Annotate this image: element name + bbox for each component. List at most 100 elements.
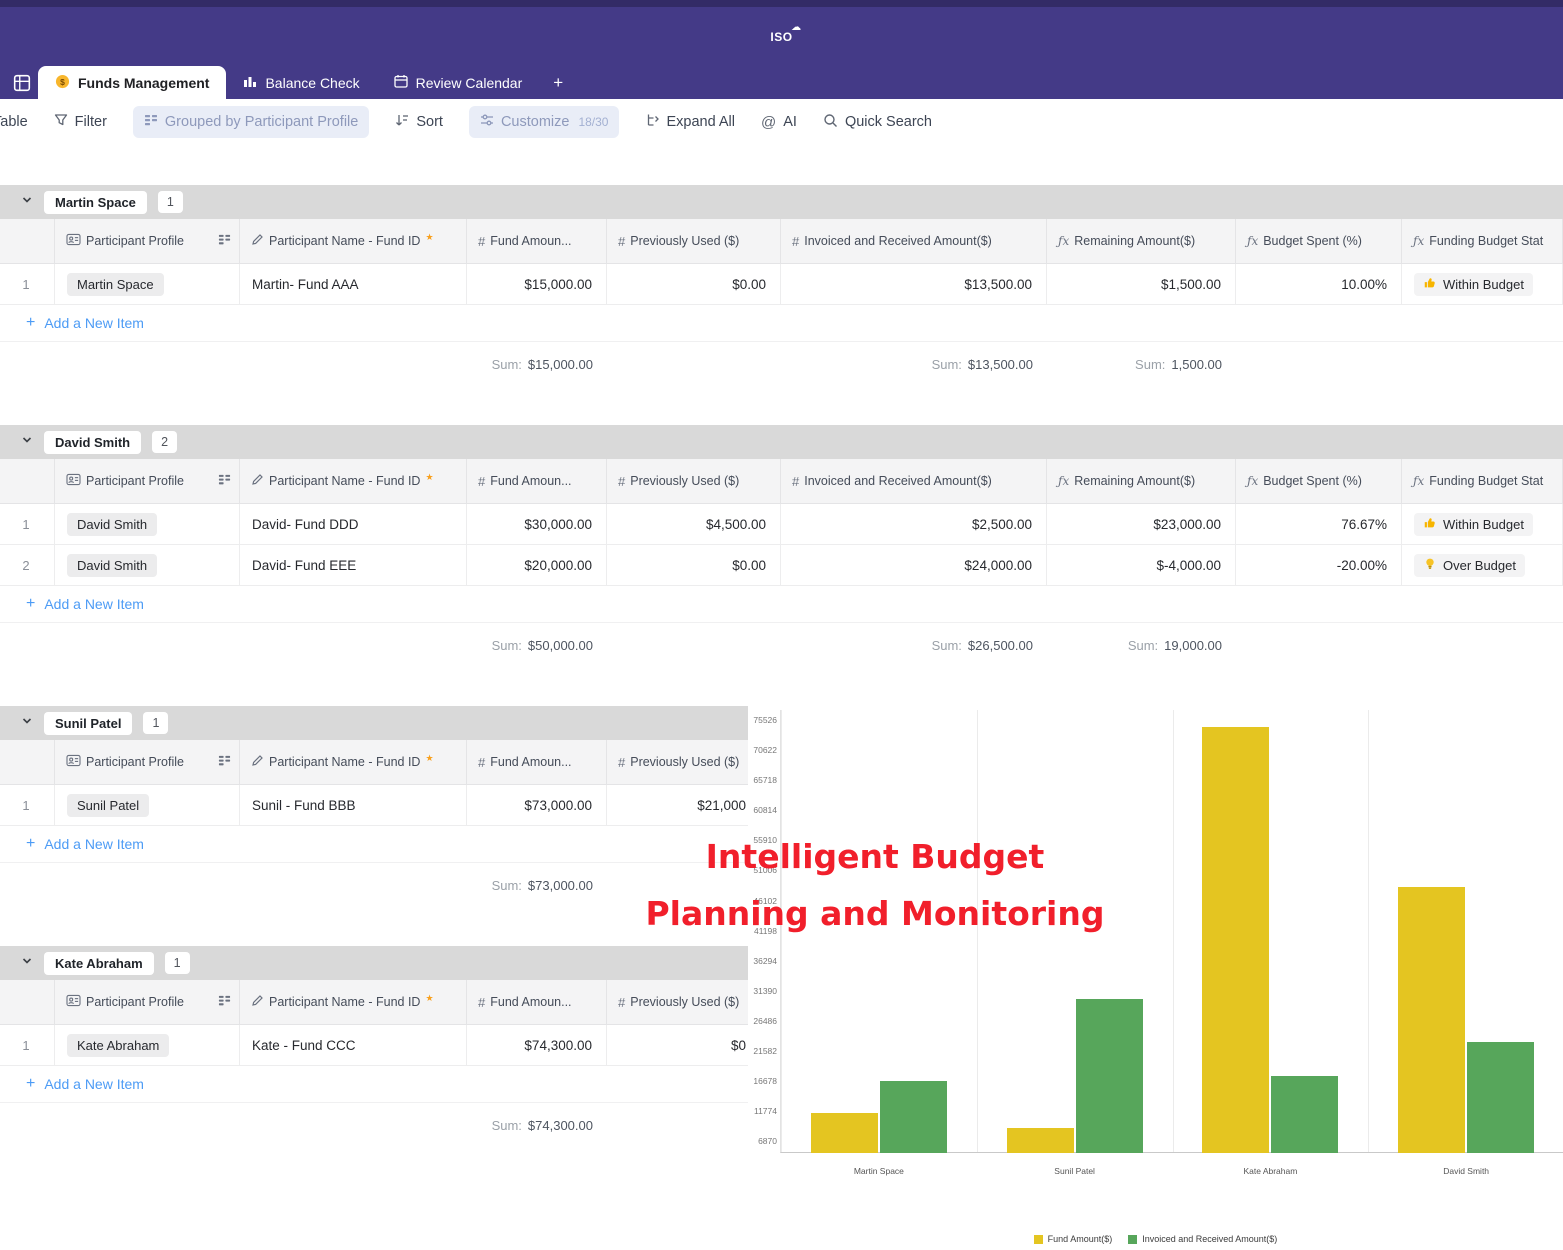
cell-participant-profile[interactable]: Kate Abraham bbox=[55, 1025, 240, 1066]
column-label: Budget Spent (%) bbox=[1263, 474, 1362, 488]
group-summary-row: Sum:$15,000.00 Sum:$13,500.00 Sum:1,500.… bbox=[0, 342, 1563, 386]
expand-all-button[interactable]: Expand All bbox=[645, 113, 735, 131]
column-header-invoiced-received[interactable]: #Invoiced and Received Amount($) bbox=[781, 219, 1047, 264]
cell-funding-budget-status[interactable]: Over Budget bbox=[1402, 545, 1563, 586]
cell-invoiced-received[interactable]: $2,500.00 bbox=[781, 504, 1047, 545]
column-header-remaining[interactable]: ƒxRemaining Amount($) bbox=[1047, 219, 1236, 264]
filter-icon bbox=[54, 113, 68, 131]
customize-button[interactable]: Customize 18/30 bbox=[469, 106, 620, 138]
cell-fund-amount[interactable]: $73,000.00 bbox=[467, 785, 607, 826]
add-tab-button[interactable]: + bbox=[539, 66, 577, 99]
tab-review-calendar[interactable]: Review Calendar bbox=[377, 66, 540, 99]
hash-icon: # bbox=[478, 995, 485, 1010]
cell-funding-budget-status[interactable]: Within Budget bbox=[1402, 504, 1563, 545]
column-header-participant-profile[interactable]: Participant Profile bbox=[55, 740, 240, 785]
column-header-participant-name[interactable]: Participant Name - Fund ID ★ bbox=[240, 459, 467, 504]
cell-remaining[interactable]: $-4,000.00 bbox=[1047, 545, 1236, 586]
cell-budget-spent[interactable]: 10.00% bbox=[1236, 264, 1402, 305]
cell-participant-name[interactable]: Sunil - Fund BBB bbox=[240, 785, 467, 826]
column-header-participant-name[interactable]: Participant Name - Fund ID ★ bbox=[240, 740, 467, 785]
customize-count: 18/30 bbox=[578, 115, 608, 129]
cell-previously-used[interactable]: $0.00 bbox=[607, 545, 781, 586]
cell-budget-spent[interactable]: 76.67% bbox=[1236, 504, 1402, 545]
person-card-icon bbox=[66, 233, 81, 249]
cell-participant-name[interactable]: Kate - Fund CCC bbox=[240, 1025, 467, 1066]
add-new-item-button[interactable]: +Add a New Item bbox=[0, 305, 1563, 342]
cell-fund-amount[interactable]: $74,300.00 bbox=[467, 1025, 607, 1066]
pencil-icon bbox=[251, 233, 264, 249]
cell-remaining[interactable]: $23,000.00 bbox=[1047, 504, 1236, 545]
cell-fund-amount[interactable]: $20,000.00 bbox=[467, 545, 607, 586]
bar-fund-amount bbox=[1007, 1128, 1074, 1153]
column-header-funding-budget-status[interactable]: ƒxFunding Budget Stat bbox=[1402, 459, 1563, 504]
group-header[interactable]: David Smith 2 bbox=[0, 425, 1563, 459]
cell-participant-name[interactable]: David- Fund EEE bbox=[240, 545, 467, 586]
column-header-participant-profile[interactable]: Participant Profile bbox=[55, 459, 240, 504]
grouped-by-button[interactable]: Grouped by Participant Profile bbox=[133, 106, 369, 138]
status-badge: Within Budget bbox=[1414, 273, 1533, 296]
cell-invoiced-received[interactable]: $13,500.00 bbox=[781, 264, 1047, 305]
y-axis-tick-label: 31390 bbox=[744, 986, 777, 996]
cell-participant-name[interactable]: Martin- Fund AAA bbox=[240, 264, 467, 305]
calendar-icon bbox=[394, 74, 408, 91]
group-count-badge: 1 bbox=[165, 952, 190, 974]
column-header-fund-amount[interactable]: #Fund Amoun... bbox=[467, 980, 607, 1025]
y-axis-tick-label: 41198 bbox=[744, 926, 777, 936]
search-icon bbox=[823, 113, 838, 132]
sum-remaining: Sum:19,000.00 bbox=[1047, 623, 1236, 667]
tab-balance-check[interactable]: Balance Check bbox=[226, 66, 376, 99]
table-grid-icon[interactable] bbox=[6, 66, 38, 99]
cell-fund-amount[interactable]: $30,000.00 bbox=[467, 504, 607, 545]
column-header-fund-amount[interactable]: #Fund Amoun... bbox=[467, 459, 607, 504]
cell-participant-name[interactable]: David- Fund DDD bbox=[240, 504, 467, 545]
column-header-previously-used[interactable]: #Previously Used ($) bbox=[607, 459, 781, 504]
quick-search-button[interactable]: Quick Search bbox=[823, 113, 932, 132]
cell-previously-used[interactable]: $0.00 bbox=[607, 264, 781, 305]
column-header-fund-amount[interactable]: #Fund Amoun... bbox=[467, 740, 607, 785]
column-header-budget-spent[interactable]: ƒxBudget Spent (%) bbox=[1236, 459, 1402, 504]
cell-remaining[interactable]: $1,500.00 bbox=[1047, 264, 1236, 305]
cell-funding-budget-status[interactable]: Within Budget bbox=[1402, 264, 1563, 305]
expand-all-label: Expand All bbox=[666, 114, 735, 130]
column-label: Remaining Amount($) bbox=[1074, 234, 1195, 248]
tab-funds-management[interactable]: $ Funds Management bbox=[38, 66, 226, 99]
column-label: Fund Amoun... bbox=[490, 234, 571, 248]
column-header-participant-profile[interactable]: Participant Profile bbox=[55, 219, 240, 264]
hash-icon: # bbox=[618, 755, 625, 770]
thumbs-up-icon bbox=[1423, 276, 1437, 293]
column-header-participant-name[interactable]: Participant Name - Fund ID ★ bbox=[240, 219, 467, 264]
cell-participant-profile[interactable]: David Smith bbox=[55, 545, 240, 586]
column-header-budget-spent[interactable]: ƒxBudget Spent (%) bbox=[1236, 219, 1402, 264]
group-icon bbox=[218, 473, 231, 489]
chart-panel: 6870117741667821582264863139036294411984… bbox=[748, 700, 1563, 1250]
cell-participant-profile[interactable]: Sunil Patel bbox=[55, 785, 240, 826]
column-header-participant-profile[interactable]: Participant Profile bbox=[55, 980, 240, 1025]
svg-text:$: $ bbox=[60, 76, 65, 86]
hash-icon: # bbox=[478, 234, 485, 249]
column-header-remaining[interactable]: ƒxRemaining Amount($) bbox=[1047, 459, 1236, 504]
sort-label: Sort bbox=[416, 114, 443, 130]
cell-participant-profile[interactable]: Martin Space bbox=[55, 264, 240, 305]
cell-participant-profile[interactable]: David Smith bbox=[55, 504, 240, 545]
column-header-funding-budget-status[interactable]: ƒxFunding Budget Stat bbox=[1402, 219, 1563, 264]
add-new-item-button[interactable]: +Add a New Item bbox=[0, 586, 1563, 623]
cell-budget-spent[interactable]: -20.00% bbox=[1236, 545, 1402, 586]
group-section-david-smith: David Smith 2 Participant Profile Partic… bbox=[0, 425, 1563, 667]
status-badge: Within Budget bbox=[1414, 513, 1533, 536]
table-view-button[interactable]: Table bbox=[0, 114, 28, 130]
column-header-invoiced-received[interactable]: #Invoiced and Received Amount($) bbox=[781, 459, 1047, 504]
row-number: 1 bbox=[0, 785, 55, 826]
cloud-icon: ☁ bbox=[791, 22, 802, 33]
column-label: Participant Name - Fund ID bbox=[269, 474, 420, 488]
cell-invoiced-received[interactable]: $24,000.00 bbox=[781, 545, 1047, 586]
column-header-previously-used[interactable]: #Previously Used ($) bbox=[607, 219, 781, 264]
column-header-participant-name[interactable]: Participant Name - Fund ID ★ bbox=[240, 980, 467, 1025]
plus-icon: + bbox=[26, 835, 35, 853]
group-header[interactable]: Martin Space 1 bbox=[0, 185, 1563, 219]
cell-fund-amount[interactable]: $15,000.00 bbox=[467, 264, 607, 305]
sort-button[interactable]: Sort bbox=[395, 113, 443, 131]
ai-button[interactable]: @ AI bbox=[761, 114, 797, 131]
cell-previously-used[interactable]: $4,500.00 bbox=[607, 504, 781, 545]
column-header-fund-amount[interactable]: # Fund Amoun... bbox=[467, 219, 607, 264]
filter-button[interactable]: Filter bbox=[54, 113, 107, 131]
